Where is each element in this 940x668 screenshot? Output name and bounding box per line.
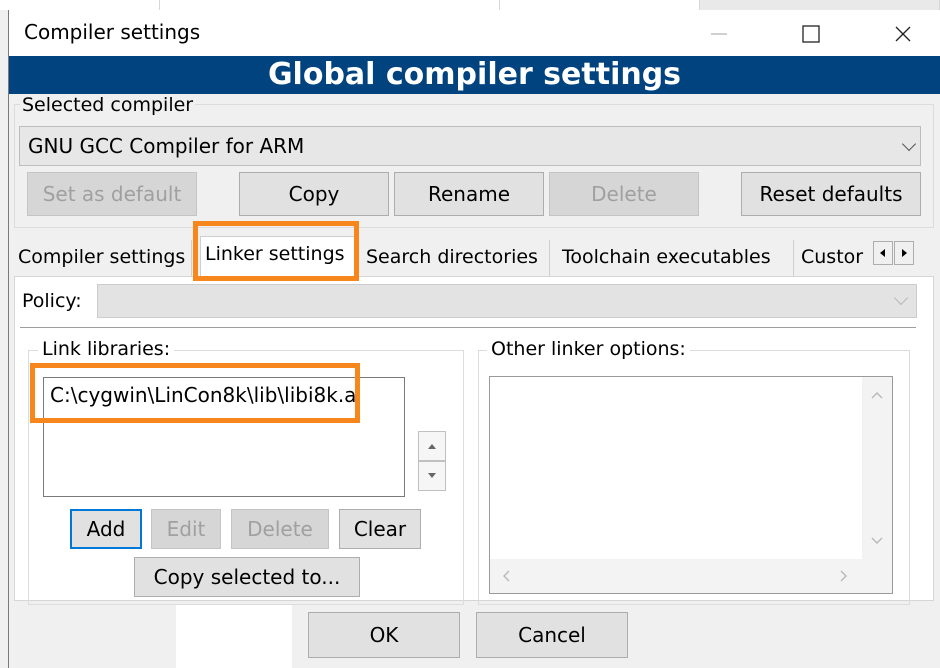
add-library-button[interactable]: Add (70, 509, 142, 549)
edit-library-button[interactable]: Edit (151, 509, 221, 549)
other-linker-options-label: Other linker options: (487, 338, 690, 360)
link-libraries-label: Link libraries: (38, 338, 175, 360)
reset-defaults-button[interactable]: Reset defaults (741, 172, 921, 216)
clear-libraries-button[interactable]: Clear (339, 509, 421, 549)
compiler-select[interactable]: GNU GCC Compiler for ARM (19, 126, 921, 166)
cancel-button[interactable]: Cancel (476, 612, 628, 658)
set-as-default-button[interactable]: Set as default (27, 172, 197, 216)
background-window-strip (0, 0, 940, 10)
tab-custom[interactable]: Custor (797, 240, 871, 276)
close-icon (895, 26, 911, 42)
minimize-icon (711, 33, 727, 35)
move-down-button[interactable] (418, 461, 446, 491)
arrow-down-icon (428, 473, 436, 478)
copy-compiler-button[interactable]: Copy (239, 172, 389, 216)
policy-label: Policy: (22, 290, 82, 312)
arrow-left-icon (880, 249, 885, 257)
delete-library-button[interactable]: Delete (231, 509, 329, 549)
list-item[interactable]: C:\cygwin\LinCon8k\lib\libi8k.a (50, 383, 356, 407)
maximize-icon (802, 25, 820, 43)
rename-compiler-button[interactable]: Rename (394, 172, 544, 216)
tab-toolchain-executables[interactable]: Toolchain executables (558, 240, 794, 276)
policy-select[interactable] (97, 284, 917, 318)
close-button[interactable] (880, 10, 926, 58)
chevron-up-icon (871, 392, 883, 399)
selected-compiler-label: Selected compiler (20, 94, 196, 116)
chevron-down-icon (871, 537, 883, 544)
arrow-right-icon (902, 249, 907, 257)
tab-search-directories[interactable]: Search directories (362, 240, 550, 276)
horizontal-scrollbar[interactable] (490, 559, 892, 593)
move-up-button[interactable] (418, 431, 446, 461)
chevron-down-icon (893, 290, 909, 306)
maximize-button[interactable] (788, 10, 834, 58)
ok-button[interactable]: OK (308, 612, 460, 658)
tab-scroll-right-button[interactable] (894, 241, 914, 265)
banner-title: Global compiler settings (9, 56, 940, 94)
minimize-button[interactable] (696, 10, 742, 58)
arrow-up-icon (428, 444, 436, 449)
tab-linker-settings[interactable]: Linker settings (200, 236, 358, 278)
chevron-down-icon (901, 136, 917, 152)
compiler-select-value: GNU GCC Compiler for ARM (28, 134, 305, 158)
copy-selected-to-button[interactable]: Copy selected to... (134, 557, 360, 597)
vertical-scrollbar[interactable] (862, 377, 892, 559)
window-title: Compiler settings (24, 20, 201, 44)
other-linker-options-textarea[interactable] (489, 376, 893, 594)
delete-compiler-button[interactable]: Delete (549, 172, 699, 216)
chevron-right-icon (840, 570, 847, 582)
tab-scroll-left-button[interactable] (873, 241, 893, 265)
policy-divider (20, 327, 916, 328)
list-order-spinner (418, 431, 446, 491)
chevron-left-icon (503, 570, 510, 582)
tab-compiler-settings[interactable]: Compiler settings (14, 240, 192, 276)
footer-white-area (176, 605, 292, 668)
